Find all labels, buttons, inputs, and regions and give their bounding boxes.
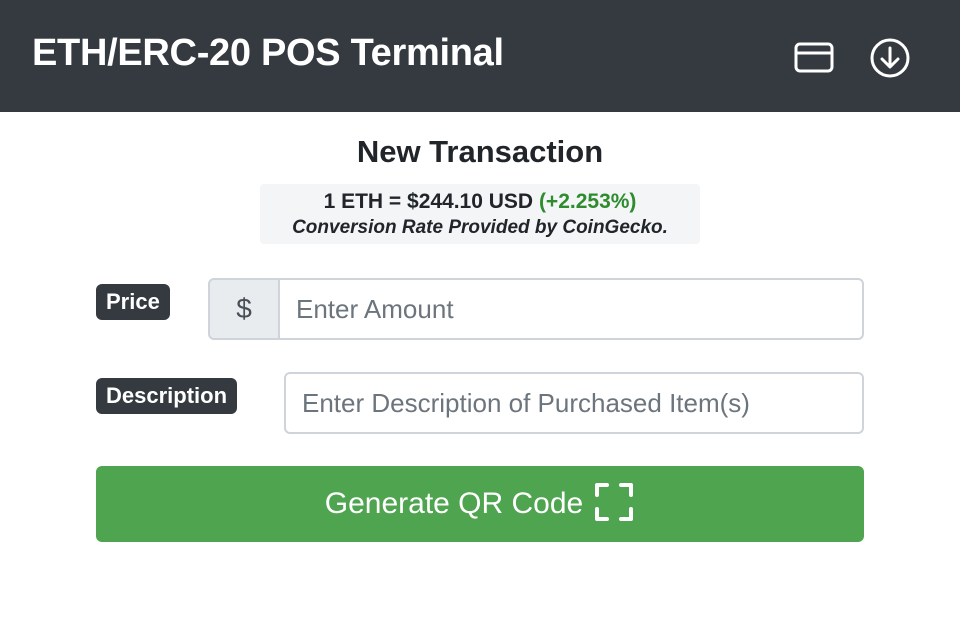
price-input-group: $: [208, 278, 864, 340]
conversion-rate-box: 1 ETH = $244.10 USD (+2.253%) Conversion…: [260, 184, 700, 244]
download-circle-icon[interactable]: [868, 36, 912, 80]
price-input[interactable]: [278, 278, 864, 340]
currency-prefix: $: [208, 278, 280, 340]
navbar: ETH/ERC-20 POS Terminal: [0, 0, 960, 112]
generate-qr-button[interactable]: Generate QR Code: [96, 466, 864, 542]
description-label: Description: [96, 378, 238, 414]
rate-change: (+2.253%): [538, 190, 637, 213]
qr-scan-icon: [593, 481, 635, 523]
conversion-rate: 1 ETH = $244.10 USD (+2.253%): [260, 188, 700, 216]
rate-value: 1 ETH = $244.10 USD: [323, 190, 534, 213]
rate-credit: Conversion Rate Provided by CoinGecko.: [292, 217, 668, 238]
app-title: ETH/ERC-20 POS Terminal: [32, 32, 504, 74]
page-title: New Transaction: [356, 134, 604, 169]
generate-qr-label: Generate QR Code: [324, 487, 584, 520]
price-label: Price: [96, 284, 170, 320]
description-input[interactable]: [284, 372, 864, 434]
credit-card-icon[interactable]: [792, 36, 836, 80]
